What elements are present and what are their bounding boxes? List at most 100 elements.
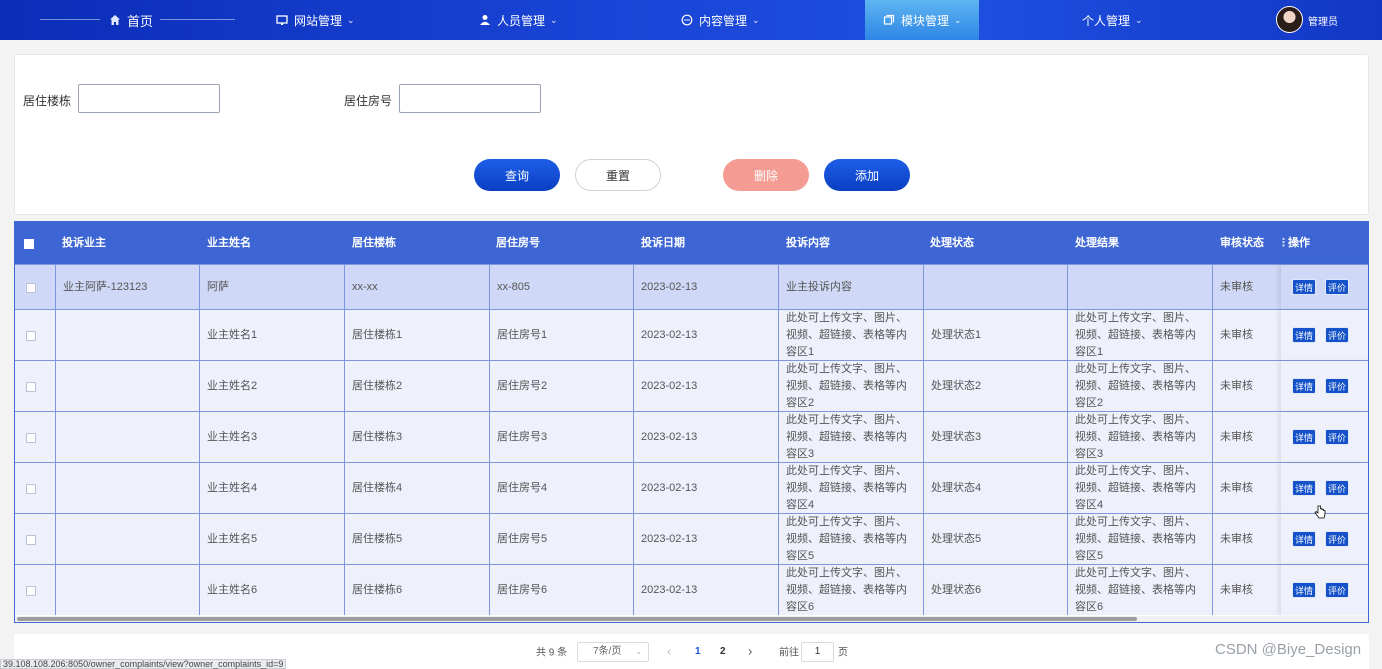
header-name[interactable]: 业主姓名 bbox=[207, 222, 251, 264]
content-text: 此处可上传文字、图片、视频、超链接、表格等内容区5 bbox=[786, 515, 907, 562]
owner-text: 业主阿萨-123123 bbox=[63, 280, 148, 293]
detail-button[interactable]: 详情 bbox=[1292, 429, 1316, 445]
cell-name: 业主姓名4 bbox=[199, 463, 344, 513]
header-building[interactable]: 居住楼栋 bbox=[352, 222, 396, 264]
review-button[interactable]: 评价 bbox=[1325, 429, 1349, 445]
detail-button[interactable]: 详情 bbox=[1292, 378, 1316, 394]
room-text: 居住房号5 bbox=[497, 532, 548, 545]
horizontal-scrollbar[interactable] bbox=[15, 616, 1368, 622]
row-actions: 详情 评价 bbox=[1281, 565, 1368, 615]
table-row[interactable]: 业主姓名1 居住楼栋1 居住房号1 2023-02-13 此处可上传文字、图片、视频、超… bbox=[15, 309, 1368, 360]
building-input[interactable] bbox=[78, 84, 220, 113]
complaints-table: 投诉业主 业主姓名 居住楼栋 居住房号 投诉日期 投诉内容 处理状态 处理结果 … bbox=[14, 221, 1369, 623]
row-actions: 详情 评价 bbox=[1281, 265, 1368, 309]
nav-item-home[interactable]: 首页 bbox=[108, 0, 153, 40]
cell-building: xx-xx bbox=[344, 265, 489, 309]
review-button[interactable]: 评价 bbox=[1325, 279, 1349, 295]
detail-button[interactable]: 详情 bbox=[1292, 531, 1316, 547]
review-button[interactable]: 评价 bbox=[1325, 480, 1349, 496]
nav-item-content[interactable]: 内容管理 ⌄ bbox=[680, 0, 760, 40]
review-button[interactable]: 评价 bbox=[1325, 378, 1349, 394]
scrollbar-thumb[interactable] bbox=[17, 617, 1137, 621]
table-row[interactable]: 业主阿萨-123123 阿萨 xx-xx xx-805 2023-02-13 业主投诉内容… bbox=[15, 264, 1368, 309]
result-text: 此处可上传文字、图片、视频、超链接、表格等内容区1 bbox=[1075, 311, 1196, 358]
next-page-button[interactable]: › bbox=[748, 644, 752, 659]
audit-text: 未审核 bbox=[1220, 280, 1253, 293]
building-text: 居住楼栋5 bbox=[352, 532, 403, 545]
date-text: 2023-02-13 bbox=[641, 280, 698, 293]
browser-status-url: 39.108.108.206:8050/owner_complaints/vie… bbox=[0, 659, 287, 669]
detail-button[interactable]: 详情 bbox=[1292, 582, 1316, 598]
detail-button[interactable]: 详情 bbox=[1292, 480, 1316, 496]
table-row[interactable]: 业主姓名5 居住楼栋5 居住房号5 2023-02-13 此处可上传文字、图片、视频、超… bbox=[15, 513, 1368, 564]
reset-button[interactable]: 重置 bbox=[575, 159, 661, 191]
status-text: 处理状态6 bbox=[931, 583, 982, 596]
header-room[interactable]: 居住房号 bbox=[496, 222, 540, 264]
name-text: 业主姓名4 bbox=[207, 481, 258, 494]
name-text: 业主姓名2 bbox=[207, 379, 258, 392]
row-checkbox[interactable] bbox=[26, 483, 36, 494]
row-checkbox[interactable] bbox=[26, 330, 36, 341]
building-text: 居住楼栋3 bbox=[352, 430, 403, 443]
query-button[interactable]: 查询 bbox=[474, 159, 560, 191]
room-text: 居住房号3 bbox=[497, 430, 548, 443]
row-checkbox[interactable] bbox=[26, 282, 36, 293]
header-date[interactable]: 投诉日期 bbox=[641, 222, 685, 264]
detail-button[interactable]: 详情 bbox=[1292, 327, 1316, 343]
nav-item-personal[interactable]: 个人管理 ⌄ bbox=[1082, 0, 1143, 40]
add-button[interactable]: 添加 bbox=[824, 159, 910, 191]
row-actions: 详情 评价 bbox=[1281, 514, 1368, 564]
header-content[interactable]: 投诉内容 bbox=[786, 222, 830, 264]
cell-date: 2023-02-13 bbox=[633, 310, 778, 360]
nav-decoration-line bbox=[40, 19, 100, 20]
page-2-button[interactable]: 2 bbox=[720, 642, 726, 662]
content-text: 此处可上传文字、图片、视频、超链接、表格等内容区2 bbox=[786, 362, 907, 409]
date-text: 2023-02-13 bbox=[641, 328, 698, 341]
prev-page-button[interactable]: ‹ bbox=[667, 644, 671, 659]
status-text: 处理状态2 bbox=[931, 379, 982, 392]
nav-item-site[interactable]: 网站管理 ⌄ bbox=[275, 0, 355, 40]
nav-item-module[interactable]: 模块管理 ⌄ bbox=[865, 0, 979, 40]
cell-audit: 未审核 bbox=[1212, 310, 1281, 360]
page-1-button[interactable]: 1 bbox=[695, 642, 701, 662]
delete-button[interactable]: 删除 bbox=[723, 159, 809, 191]
room-input[interactable] bbox=[399, 84, 541, 113]
review-button[interactable]: 评价 bbox=[1325, 327, 1349, 343]
admin-name[interactable]: 管理员 bbox=[1308, 13, 1338, 28]
table-row[interactable]: 业主姓名2 居住楼栋2 居住房号2 2023-02-13 此处可上传文字、图片、视频、超… bbox=[15, 360, 1368, 411]
review-button[interactable]: 评价 bbox=[1325, 531, 1349, 547]
row-checkbox[interactable] bbox=[26, 432, 36, 443]
avatar[interactable] bbox=[1276, 6, 1303, 33]
date-text: 2023-02-13 bbox=[641, 481, 698, 494]
nav-item-people[interactable]: 人员管理 ⌄ bbox=[478, 0, 558, 40]
search-panel: 居住楼栋 居住房号 查询 重置 删除 添加 bbox=[14, 54, 1369, 215]
cell-building: 居住楼栋6 bbox=[344, 565, 489, 615]
row-checkbox[interactable] bbox=[26, 534, 36, 545]
header-result[interactable]: 处理结果 bbox=[1075, 222, 1119, 264]
header-owner[interactable]: 投诉业主 bbox=[62, 222, 106, 264]
review-button[interactable]: 评价 bbox=[1325, 582, 1349, 598]
cell-owner bbox=[55, 565, 199, 615]
room-text: xx-805 bbox=[497, 280, 531, 293]
content-text: 此处可上传文字、图片、视频、超链接、表格等内容区4 bbox=[786, 464, 907, 511]
page-size-select[interactable]: 7条/页 ⌄ bbox=[577, 642, 649, 662]
row-checkbox[interactable] bbox=[26, 381, 36, 392]
chat-icon bbox=[680, 13, 694, 27]
header-status[interactable]: 处理状态 bbox=[930, 222, 974, 264]
row-checkbox[interactable] bbox=[26, 585, 36, 596]
cell-owner bbox=[55, 412, 199, 462]
goto-page-input[interactable]: 1 bbox=[801, 642, 834, 662]
table-row[interactable]: 业主姓名6 居住楼栋6 居住房号6 2023-02-13 此处可上传文字、图片、视频、超… bbox=[15, 564, 1368, 615]
name-text: 业主姓名1 bbox=[207, 328, 258, 341]
select-all-checkbox[interactable] bbox=[24, 239, 34, 249]
table-row[interactable]: 业主姓名4 居住楼栋4 居住房号4 2023-02-13 此处可上传文字、图片、视频、超… bbox=[15, 462, 1368, 513]
cell-status: 处理状态2 bbox=[923, 361, 1067, 411]
row-actions: 详情 评价 bbox=[1281, 412, 1368, 462]
table-row[interactable]: 业主姓名3 居住楼栋3 居住房号3 2023-02-13 此处可上传文字、图片、视频、超… bbox=[15, 411, 1368, 462]
goto-label: 前往 bbox=[779, 647, 799, 659]
detail-button[interactable]: 详情 bbox=[1292, 279, 1316, 295]
row-actions: 详情 评价 bbox=[1281, 310, 1368, 360]
cell-room: 居住房号2 bbox=[489, 361, 633, 411]
name-text: 业主姓名3 bbox=[207, 430, 258, 443]
header-audit[interactable]: 审核状态 bbox=[1220, 222, 1264, 264]
